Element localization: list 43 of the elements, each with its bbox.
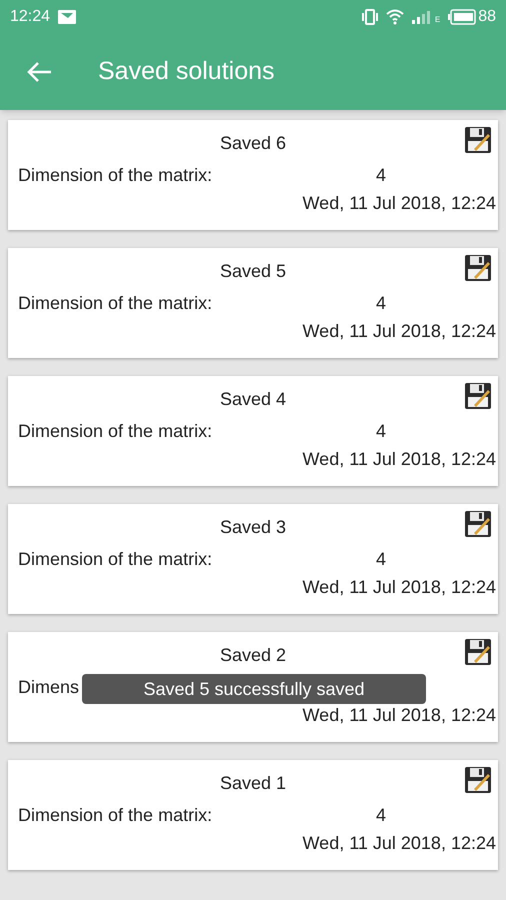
- floppy-disk-edit-icon[interactable]: [464, 254, 492, 282]
- dimension-label: Dimension of the matrix:: [18, 804, 212, 824]
- wifi-icon: [386, 8, 404, 24]
- dimension-label: Dimens: [18, 676, 80, 696]
- saved-date: Wed, 11 Jul 2018, 12:24: [302, 576, 496, 598]
- saved-date: Wed, 11 Jul 2018, 12:24: [302, 192, 496, 214]
- dimension-value: 4: [376, 420, 386, 442]
- dimension-value: 4: [376, 164, 386, 186]
- battery-level: 88: [478, 6, 496, 26]
- network-type: E: [434, 16, 440, 24]
- dimension-value: 4: [376, 548, 386, 570]
- vibrate-icon: [362, 8, 378, 24]
- battery-icon: [448, 8, 476, 24]
- card-title: Saved 4: [220, 388, 286, 411]
- floppy-disk-edit-icon[interactable]: [464, 126, 492, 154]
- saved-date: Wed, 11 Jul 2018, 12:24: [302, 320, 496, 342]
- saved-solution-card[interactable]: Saved 6 Dimension of the matrix: 4 Wed, 11 Jul 2018, 12:24: [8, 120, 498, 230]
- dimension-label: Dimension of the matrix:: [18, 420, 212, 440]
- app-bar-title: Saved solutions: [98, 56, 275, 87]
- card-title: Saved 2: [220, 644, 286, 667]
- saved-solution-card[interactable]: Saved 1 Dimension of the matrix: 4 Wed, 11 Jul 2018, 12:24: [8, 760, 498, 870]
- floppy-disk-edit-icon[interactable]: [464, 510, 492, 538]
- dimension-label: Dimension of the matrix:: [18, 292, 212, 312]
- card-title: Saved 3: [220, 516, 286, 539]
- back-arrow-icon[interactable]: [26, 60, 52, 82]
- saved-solution-card[interactable]: Saved 5 Dimension of the matrix: 4 Wed, 11 Jul 2018, 12:24: [8, 248, 498, 358]
- status-time: 12:24: [10, 6, 50, 26]
- saved-date: Wed, 11 Jul 2018, 12:24: [302, 832, 496, 854]
- floppy-disk-edit-icon[interactable]: [464, 766, 492, 794]
- dimension-value: 4: [376, 804, 386, 826]
- floppy-disk-edit-icon[interactable]: [464, 382, 492, 410]
- saved-date: Wed, 11 Jul 2018, 12:24: [302, 704, 496, 726]
- card-title: Saved 1: [220, 772, 286, 795]
- dimension-value: 4: [376, 292, 386, 314]
- card-title: Saved 5: [220, 260, 286, 283]
- card-title: Saved 6: [220, 132, 286, 155]
- dimension-label: Dimension of the matrix:: [18, 164, 212, 184]
- dimension-label: Dimension of the matrix:: [18, 548, 212, 568]
- toast-message: Saved 5 successfully saved: [82, 674, 426, 704]
- saved-solution-card[interactable]: Saved 4 Dimension of the matrix: 4 Wed, 11 Jul 2018, 12:24: [8, 376, 498, 486]
- floppy-disk-edit-icon[interactable]: [464, 638, 492, 666]
- saved-solution-card[interactable]: Saved 3 Dimension of the matrix: 4 Wed, 11 Jul 2018, 12:24: [8, 504, 498, 614]
- saved-date: Wed, 11 Jul 2018, 12:24: [302, 448, 496, 470]
